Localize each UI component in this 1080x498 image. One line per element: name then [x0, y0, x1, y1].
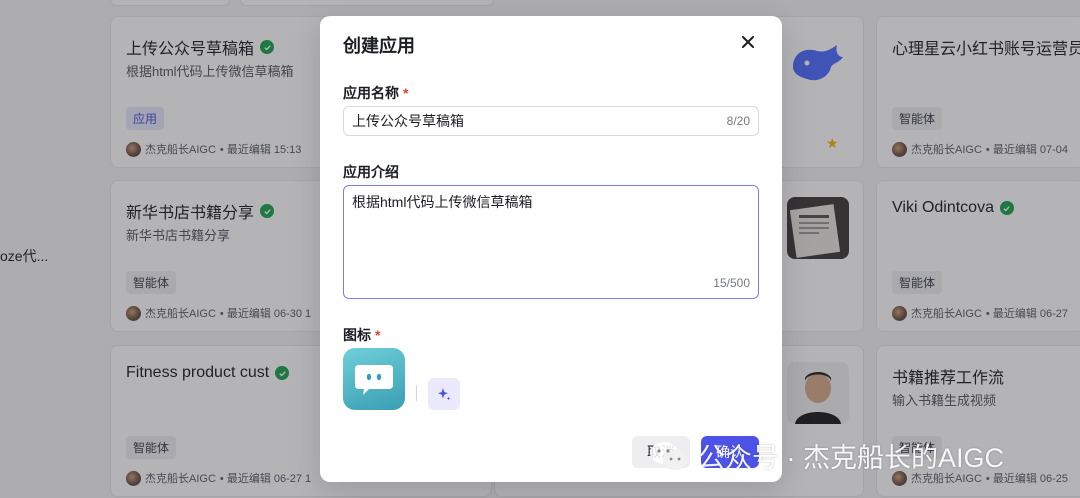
- app-intro-textarea[interactable]: 根据html代码上传微信草稿箱 15/500: [343, 185, 759, 299]
- dialog-title: 创建应用: [343, 36, 415, 56]
- name-label: 应用名称 *: [343, 85, 409, 101]
- wechat-logo-icon: [650, 441, 687, 470]
- app-name-input[interactable]: 上传公众号草稿箱 8/20: [343, 106, 759, 136]
- chat-bubble-icon: [355, 365, 393, 395]
- watermark: 公众号 · 杰克船长的AIGC: [648, 436, 1004, 475]
- close-icon[interactable]: [740, 34, 756, 50]
- name-char-count: 8/20: [726, 114, 750, 128]
- intro-char-count: 15/500: [713, 276, 750, 290]
- divider: [416, 385, 417, 401]
- ai-generate-icon-button[interactable]: [428, 378, 460, 410]
- icon-label: 图标 *: [343, 327, 381, 343]
- app-icon-preview[interactable]: [343, 348, 405, 410]
- intro-label: 应用介绍: [343, 164, 399, 180]
- create-app-dialog: 创建应用 应用名称 * 上传公众号草稿箱 8/20 应用介绍 根据html代码上传…: [320, 16, 782, 482]
- sparkle-icon: [438, 388, 451, 401]
